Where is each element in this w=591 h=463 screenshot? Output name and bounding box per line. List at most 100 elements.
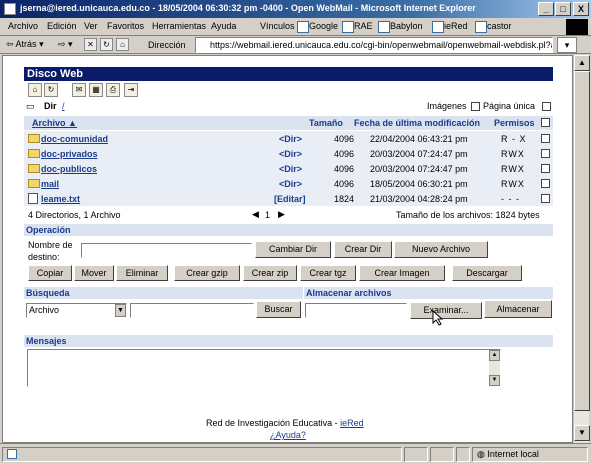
dir-row: ▭ Dir / Imágenes Página única <box>24 101 553 113</box>
file-size: 4096 <box>333 149 354 159</box>
home-folder-icon[interactable]: ⌂ <box>28 83 42 97</box>
forward-button[interactable]: ⇨ ▾ <box>58 39 73 50</box>
file-name[interactable]: leame.txt <box>41 194 80 204</box>
select-all-checkbox[interactable] <box>541 118 550 127</box>
file-name[interactable]: doc-comunidad <box>41 134 108 144</box>
scroll-thumb[interactable] <box>574 71 590 411</box>
crear-gzip-button[interactable]: Crear gzip <box>174 265 240 281</box>
folder-icon <box>28 164 40 173</box>
dir-tag[interactable]: <Dir> <box>279 164 302 174</box>
page-icon <box>7 449 17 459</box>
folder-icon <box>28 134 40 143</box>
dir-tag[interactable]: <Dir> <box>279 179 302 189</box>
menu-herramientas[interactable]: Herramientas <box>152 21 206 31</box>
row-checkbox[interactable] <box>541 194 550 203</box>
file-name[interactable]: doc-publicos <box>41 164 97 174</box>
row-checkbox[interactable] <box>541 149 550 158</box>
mover-button[interactable]: Mover <box>74 265 114 281</box>
iered-link[interactable]: ieRed <box>340 418 364 428</box>
prev-page-icon[interactable]: ◀ <box>252 209 259 220</box>
table-row: mail <Dir> 4096 18/05/2004 06:30:21 pm R… <box>24 176 553 191</box>
stop-icon[interactable]: ✕ <box>84 38 97 51</box>
mensajes-textarea[interactable]: ▲ ▼ <box>27 349 501 387</box>
copiar-button[interactable]: Copiar <box>28 265 72 281</box>
table-row: doc-privados <Dir> 4096 20/03/2004 07:24… <box>24 146 553 161</box>
table-row: leame.txt [Editar] 1824 21/03/2004 04:28… <box>24 191 553 206</box>
refresh-folder-icon[interactable]: ↻ <box>44 83 58 97</box>
eliminar-button[interactable]: Eliminar <box>116 265 168 281</box>
menu-favoritos[interactable]: Favoritos <box>107 21 144 31</box>
menu-ver[interactable]: Ver <box>84 21 98 31</box>
crear-dir-button[interactable]: Crear Dir <box>334 241 392 258</box>
minimize-button[interactable]: _ <box>538 2 554 16</box>
file-name[interactable]: mail <box>41 179 59 189</box>
buscar-button[interactable]: Buscar <box>256 301 301 318</box>
row-checkbox[interactable] <box>541 134 550 143</box>
logout-icon[interactable]: ⇥ <box>124 83 138 97</box>
link-babylon[interactable]: Babylon <box>378 21 423 33</box>
col-tamano[interactable]: Tamaño <box>309 118 343 128</box>
dir-label: Dir <box>44 101 57 111</box>
scroll-up-icon[interactable]: ▲ <box>574 55 590 71</box>
crear-tgz-button[interactable]: Crear tgz <box>300 265 356 281</box>
search-type-select[interactable]: Archivo ▼ <box>26 303 127 318</box>
print-icon[interactable]: ⎙ <box>106 83 120 97</box>
file-size: 4096 <box>333 134 354 144</box>
col-fecha[interactable]: Fecha de última modificación <box>354 118 480 128</box>
single-page-checkbox[interactable] <box>542 102 551 111</box>
images-checkbox[interactable] <box>471 102 480 111</box>
calendar-icon[interactable]: ▦ <box>89 83 103 97</box>
maximize-button[interactable]: □ <box>555 2 571 16</box>
dir-path[interactable]: / <box>62 101 65 111</box>
menu-ayuda[interactable]: Ayuda <box>211 21 236 31</box>
address-dropdown-button[interactable]: ▾ <box>557 37 577 53</box>
col-archivo[interactable]: Archivo ▲ <box>32 118 77 128</box>
footer-label: Red de Investigación Educativa - <box>206 418 341 428</box>
help-link[interactable]: ¿Ayuda? <box>270 430 306 440</box>
upload-file-input[interactable] <box>305 303 407 318</box>
file-perm: RWX <box>501 164 525 174</box>
link-castor[interactable]: castor <box>475 21 512 33</box>
scroll-up-icon[interactable]: ▲ <box>489 350 500 361</box>
busqueda-header: Búsqueda <box>24 287 303 299</box>
cambiar-dir-button[interactable]: Cambiar Dir <box>255 241 331 258</box>
file-name[interactable]: doc-privados <box>41 149 98 159</box>
back-label: Atrás <box>15 39 37 49</box>
almacenar-button[interactable]: Almacenar <box>484 300 552 318</box>
col-permisos[interactable]: Permisos <box>494 118 535 128</box>
back-button[interactable]: ⇦ Atrás ▾ <box>6 39 44 50</box>
descargar-button[interactable]: Descargar <box>452 265 522 281</box>
page-scrollbar[interactable]: ▲ ▼ <box>573 55 590 443</box>
examinar-button[interactable]: Examinar... <box>410 302 482 319</box>
scroll-down-icon[interactable]: ▼ <box>489 375 500 386</box>
edit-link[interactable]: [Editar] <box>274 194 306 204</box>
nuevo-archivo-button[interactable]: Nuevo Archivo <box>394 241 488 258</box>
link-google[interactable]: Google <box>297 21 338 33</box>
link-iered[interactable]: ieRed <box>432 21 468 33</box>
almacenar-header: Almacenar archivos <box>304 287 553 299</box>
crear-imagen-button[interactable]: Crear Imagen <box>359 265 445 281</box>
file-perm: RWX <box>501 149 525 159</box>
menu-edicion[interactable]: Edición <box>47 21 77 31</box>
close-button[interactable]: X <box>573 2 589 16</box>
home-icon[interactable]: ⌂ <box>116 38 129 51</box>
search-input[interactable] <box>130 303 254 318</box>
crear-zip-button[interactable]: Crear zip <box>243 265 297 281</box>
link-rae[interactable]: RAE <box>342 21 373 33</box>
chevron-down-icon[interactable]: ▼ <box>115 304 126 317</box>
total-size: Tamaño de los archivos: 1824 bytes <box>396 210 540 220</box>
mail-icon[interactable]: ✉ <box>72 83 86 97</box>
file-date: 22/04/2004 06:43:21 pm <box>370 134 468 144</box>
textarea-scrollbar[interactable]: ▲ ▼ <box>489 350 500 386</box>
row-checkbox[interactable] <box>541 164 550 173</box>
scroll-down-icon[interactable]: ▼ <box>574 425 590 441</box>
row-checkbox[interactable] <box>541 179 550 188</box>
next-page-icon[interactable]: ▶ <box>278 209 285 220</box>
refresh-icon[interactable]: ↻ <box>100 38 113 51</box>
menu-archivo[interactable]: Archivo <box>8 21 38 31</box>
dir-tag[interactable]: <Dir> <box>279 134 302 144</box>
search-type-value: Archivo <box>29 305 60 315</box>
dir-tag[interactable]: <Dir> <box>279 149 302 159</box>
dest-name-input[interactable] <box>81 243 252 258</box>
address-input[interactable]: https://webmail.iered.unicauca.edu.co/cg… <box>195 37 553 53</box>
